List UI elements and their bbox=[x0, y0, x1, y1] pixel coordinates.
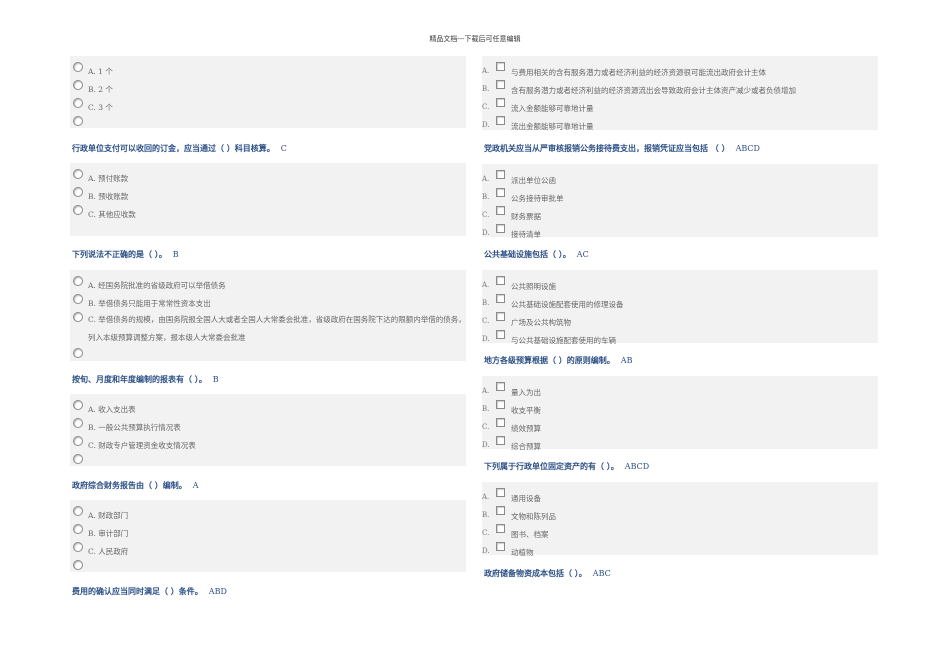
option[interactable]: D. 接待清单 bbox=[482, 224, 878, 240]
question-title: 按旬、月度和年度编制的报表有（ ）。 B bbox=[72, 374, 219, 384]
radio-button[interactable] bbox=[73, 80, 83, 90]
checkbox[interactable] bbox=[496, 506, 505, 515]
answer: C bbox=[280, 144, 287, 153]
question-title: 公共基础设施包括（ ）。 AC bbox=[484, 249, 589, 259]
answer: A bbox=[192, 481, 199, 490]
radio-button[interactable] bbox=[73, 116, 83, 126]
question-title: 党政机关应当从严审核报销公务接待费支出，报销凭证应当包括 （ ） ABCD bbox=[484, 143, 760, 153]
options-block: A. 通用设备 B. 文物和陈列品 C. 图书、档案 D. 动植物 bbox=[482, 482, 878, 558]
option[interactable]: C. 图书、档案 bbox=[482, 524, 878, 540]
question-title: 下列说法不正确的是（ ）。 B bbox=[72, 249, 179, 259]
question-title: 费用的确认应当同时满足（ ）条件。 ABD bbox=[72, 586, 227, 596]
option[interactable]: B. 收支平衡 bbox=[482, 400, 878, 416]
checkbox[interactable] bbox=[496, 524, 505, 533]
radio-button[interactable] bbox=[73, 294, 83, 304]
option[interactable]: D. 综合预算 bbox=[482, 436, 878, 452]
option[interactable]: C. 绩效预算 bbox=[482, 418, 878, 434]
option[interactable]: B. 含有服务潜力或者经济利益的经济资源流出会导致政府会计主体资产减少或者负债增加 bbox=[482, 80, 878, 96]
option[interactable]: A. 公共照明设施 bbox=[482, 276, 878, 292]
checkbox[interactable] bbox=[496, 294, 505, 303]
option[interactable]: B. 文物和陈列品 bbox=[482, 506, 878, 522]
radio-button[interactable] bbox=[73, 524, 83, 534]
option[interactable]: C. 流入金额能够可靠地计量 bbox=[482, 98, 878, 114]
checkbox[interactable] bbox=[496, 488, 505, 497]
checkbox[interactable] bbox=[496, 98, 505, 107]
radio-button[interactable] bbox=[73, 205, 83, 215]
radio-button[interactable] bbox=[73, 169, 83, 179]
radio-button[interactable] bbox=[73, 418, 83, 428]
option[interactable]: B. 公共基础设施配套使用的修理设备 bbox=[482, 294, 878, 310]
options-block: A. 经国务院批准的省级政府可以举借债务 B. 举借债务只能用于常常性资本支出 … bbox=[70, 270, 466, 361]
option[interactable]: B. 公务接待审批单 bbox=[482, 188, 878, 204]
radio-button[interactable] bbox=[73, 506, 83, 516]
checkbox[interactable] bbox=[496, 188, 505, 197]
checkbox[interactable] bbox=[496, 224, 505, 233]
checkbox[interactable] bbox=[496, 170, 505, 179]
options-block: A. 财政部门 B. 审计部门 C. 人民政府 bbox=[70, 500, 466, 572]
radio-button[interactable] bbox=[73, 62, 83, 72]
option[interactable]: D. 流出金额能够可靠地计量 bbox=[482, 116, 878, 132]
answer: B bbox=[172, 250, 179, 259]
answer: ABCD bbox=[735, 144, 760, 153]
answer: ABCD bbox=[624, 462, 650, 471]
checkbox[interactable] bbox=[496, 330, 505, 339]
checkbox[interactable] bbox=[496, 400, 505, 409]
checkbox[interactable] bbox=[496, 116, 505, 125]
radio-button[interactable] bbox=[73, 454, 83, 464]
option[interactable]: A. 与费用相关的含有服务潜力或者经济利益的经济资源很可能流出政府会计主体 bbox=[482, 62, 878, 78]
checkbox[interactable] bbox=[496, 206, 505, 215]
answer: ABC bbox=[592, 569, 611, 578]
question-title: 政府综合财务报告由（ ）编制。 A bbox=[72, 480, 199, 490]
options-block: A. 与费用相关的含有服务潜力或者经济利益的经济资源很可能流出政府会计主体 B. 含… bbox=[482, 56, 878, 132]
checkbox[interactable] bbox=[496, 542, 505, 551]
option[interactable]: A. 通用设备 bbox=[482, 488, 878, 504]
option[interactable]: D. 与公共基础设施配套使用的车辆 bbox=[482, 330, 878, 346]
option[interactable]: C. 财务票据 bbox=[482, 206, 878, 222]
options-block: A. 预付账款 B. 预收账款 C. 其他应收款 bbox=[70, 163, 466, 236]
options-block: A. 量入为出 B. 收支平衡 C. 绩效预算 D. 综合预算 bbox=[482, 376, 878, 452]
options-block: A. 派出单位公函 B. 公务接待审批单 C. 财务票据 D. 接待清单 bbox=[482, 164, 878, 240]
question-title: 行政单位支付可以收回的订金，应当通过（ ）科目核算。 C bbox=[72, 143, 287, 153]
answer: B bbox=[212, 375, 219, 384]
options-block: A. 公共照明设施 B. 公共基础设施配套使用的修理设备 C. 广场及公共构筑物 D.… bbox=[482, 270, 878, 346]
options-block: A. 1 个 B. 2 个 C. 3 个 bbox=[70, 56, 466, 128]
options-block: A. 收入支出表 B. 一般公共预算执行情况表 C. 财政专户管理资金收支情况表 bbox=[70, 394, 466, 466]
radio-button[interactable] bbox=[73, 276, 83, 286]
option[interactable]: A. 派出单位公函 bbox=[482, 170, 878, 186]
radio-button[interactable] bbox=[73, 400, 83, 410]
question-title: 政府储备物资成本包括（ ）。 ABC bbox=[484, 568, 611, 578]
checkbox[interactable] bbox=[496, 436, 505, 445]
radio-button[interactable] bbox=[73, 348, 83, 358]
radio-button[interactable] bbox=[73, 436, 83, 446]
checkbox[interactable] bbox=[496, 418, 505, 427]
answer: AC bbox=[576, 250, 589, 259]
option[interactable]: A. 量入为出 bbox=[482, 382, 878, 398]
checkbox[interactable] bbox=[496, 80, 505, 89]
option[interactable]: C. 广场及公共构筑物 bbox=[482, 312, 878, 328]
checkbox[interactable] bbox=[496, 382, 505, 391]
answer: AB bbox=[620, 356, 633, 365]
radio-button[interactable] bbox=[73, 560, 83, 570]
checkbox[interactable] bbox=[496, 62, 505, 71]
checkbox[interactable] bbox=[496, 276, 505, 285]
radio-button[interactable] bbox=[73, 98, 83, 108]
option[interactable]: D. 动植物 bbox=[482, 542, 878, 558]
question-title: 地方各级预算根据（ ）的原则编制。 AB bbox=[484, 355, 633, 365]
question-title: 下列属于行政单位固定资产的有（ ）。 ABCD bbox=[484, 461, 650, 471]
checkbox[interactable] bbox=[496, 312, 505, 321]
radio-button[interactable] bbox=[73, 187, 83, 197]
radio-button[interactable] bbox=[73, 542, 83, 552]
radio-button[interactable] bbox=[73, 312, 83, 322]
answer: ABD bbox=[208, 587, 227, 596]
page-header: 精品文档---下载后可任意编辑 bbox=[429, 35, 521, 43]
